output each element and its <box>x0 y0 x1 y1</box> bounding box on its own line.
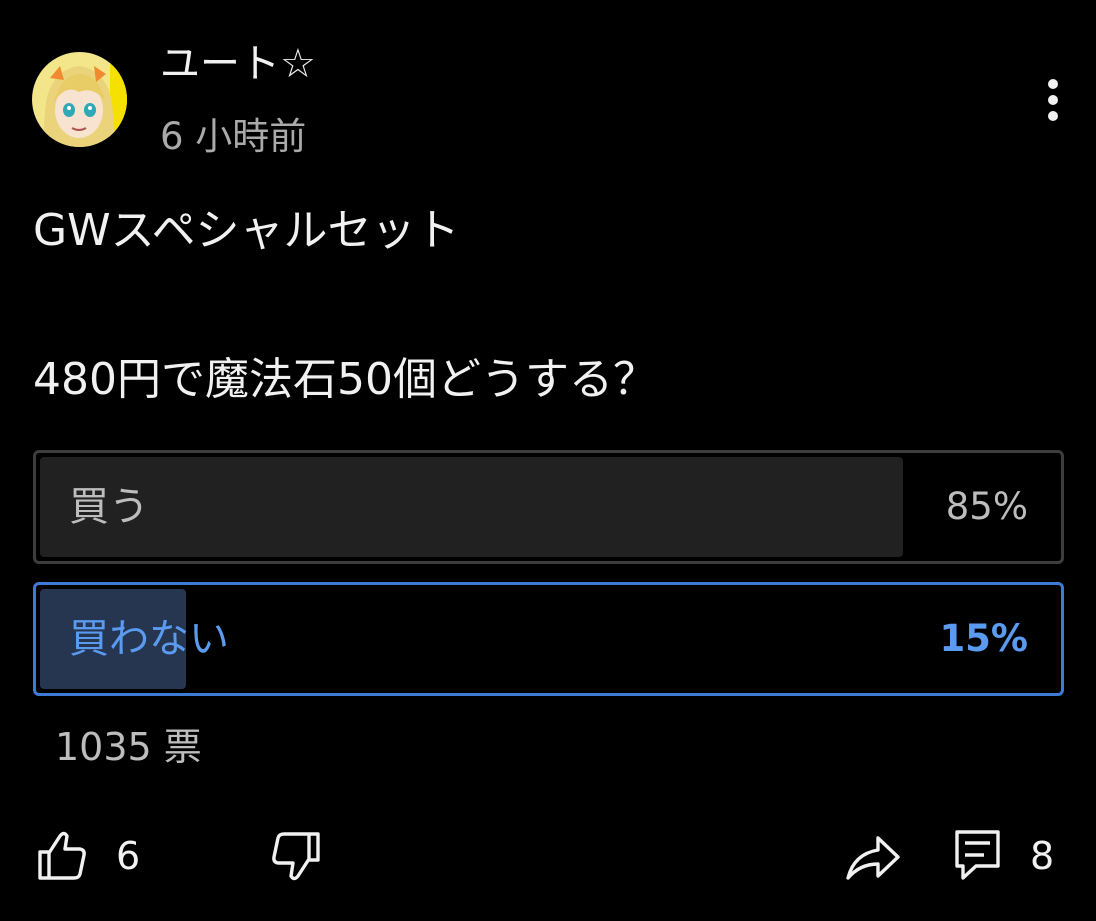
post-time: 6 小時前 <box>160 115 307 158</box>
post-text-line-1: GWスペシャルセット <box>33 205 460 256</box>
poll-option-label: 買う <box>69 484 149 530</box>
like-count: 6 <box>116 834 141 878</box>
poll-option-buy[interactable]: 買う 85% <box>33 450 1064 564</box>
poll-option-percent: 15% <box>939 617 1028 660</box>
more-vertical-icon <box>1048 79 1058 121</box>
share-button[interactable] <box>842 826 904 886</box>
poll-option-percent: 85% <box>945 485 1028 528</box>
poll-vote-count: 1035 票 <box>55 725 202 769</box>
poll-option-label: 買わない <box>69 616 229 662</box>
poll-result-bar <box>40 457 904 557</box>
more-options-button[interactable] <box>1033 76 1073 126</box>
thumbs-down-icon <box>272 832 320 881</box>
author-name[interactable]: ユート☆ <box>160 38 316 90</box>
poll-option-dont-buy[interactable]: 買わない 15% <box>33 582 1064 696</box>
comment-icon <box>955 830 1000 880</box>
like-button[interactable] <box>34 826 92 886</box>
avatar[interactable] <box>32 52 127 147</box>
comment-button[interactable] <box>952 826 1004 886</box>
comment-count: 8 <box>1030 834 1055 878</box>
share-icon <box>846 836 900 880</box>
avatar-image <box>32 52 127 147</box>
post-text-line-2: 480円で魔法石50個どうする？ <box>33 354 657 405</box>
dislike-button[interactable] <box>266 826 324 886</box>
thumbs-up-icon <box>38 831 86 880</box>
